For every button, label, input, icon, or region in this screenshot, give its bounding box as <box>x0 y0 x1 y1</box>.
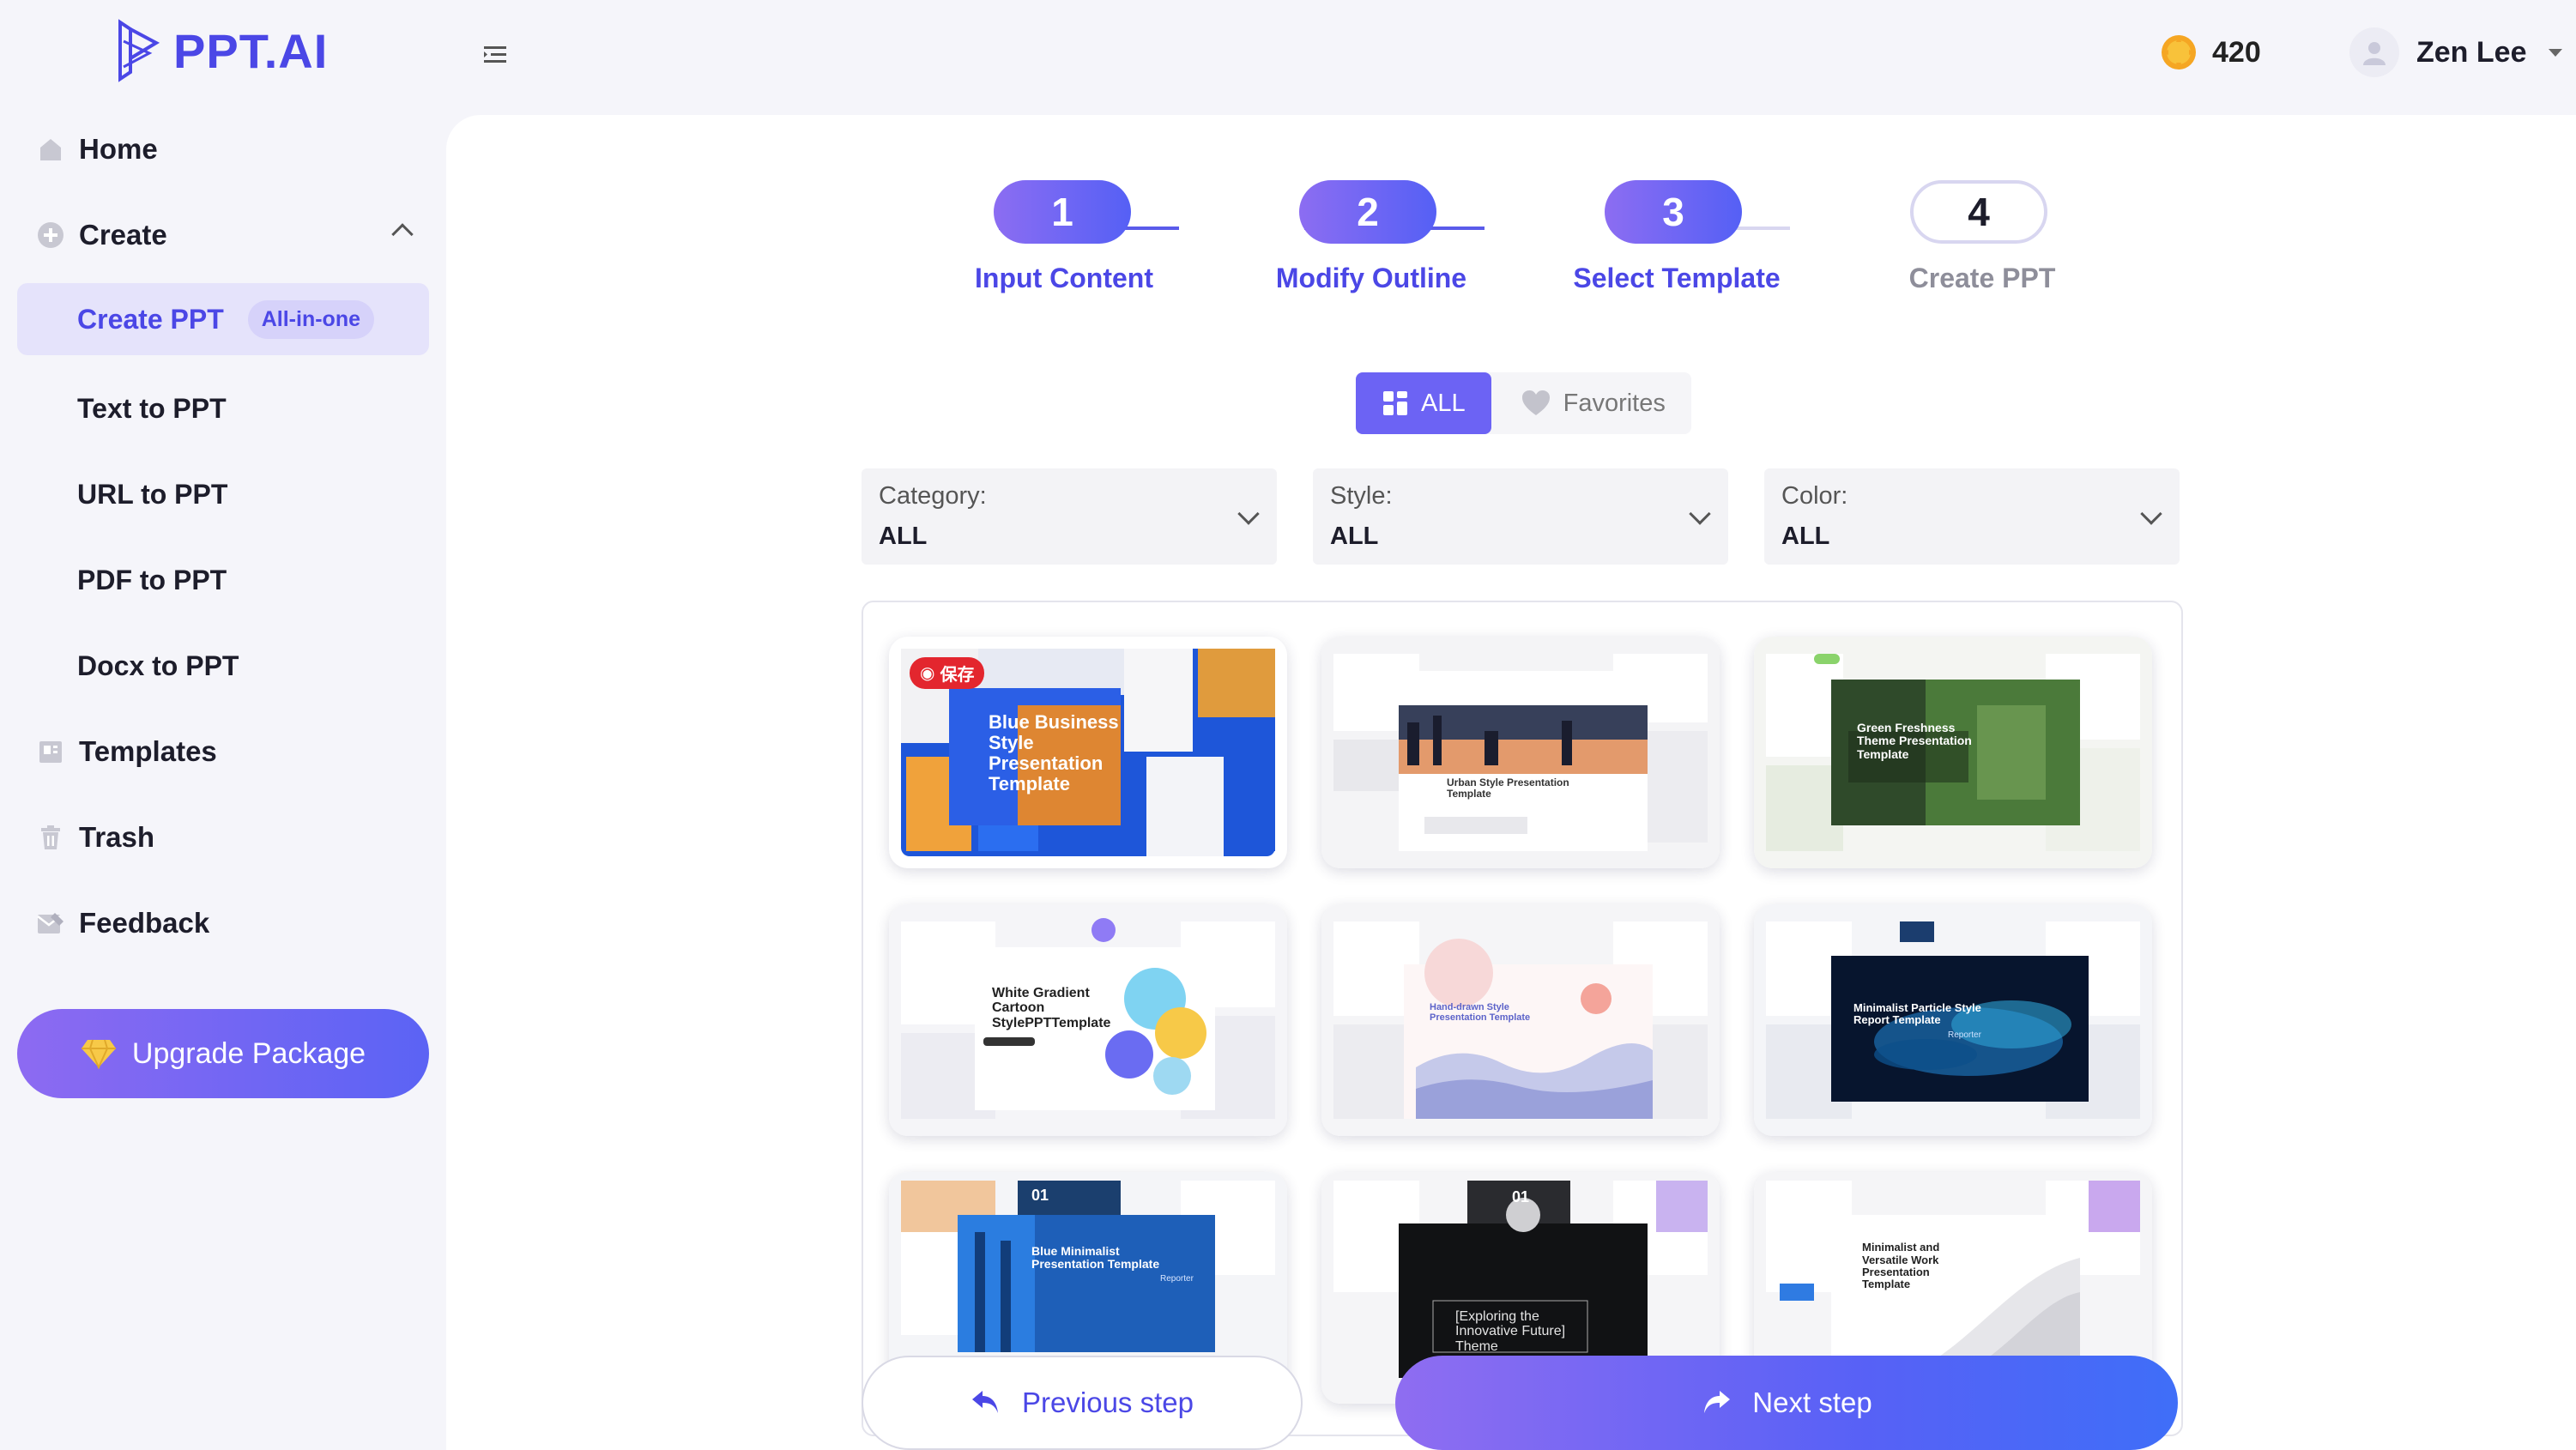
trash-icon <box>36 823 65 852</box>
sidebar-item-docx-to-ppt[interactable]: Docx to PPT <box>17 630 429 702</box>
tab-favorites-label: Favorites <box>1563 389 1666 417</box>
sidebar-item-label: Docx to PPT <box>77 649 239 681</box>
save-button[interactable]: ◉ 保存 <box>910 657 985 689</box>
logo-icon <box>118 19 160 82</box>
step-1-label: Input Content <box>975 263 1153 293</box>
sidebar-item-create-ppt[interactable]: Create PPT All-in-one <box>17 283 429 355</box>
chevron-down-icon <box>2549 48 2563 57</box>
templates-icon <box>36 737 65 766</box>
category-select-value: ALL <box>879 523 928 550</box>
progress-stepper: 1 2 3 4 Input Content Modify Outline Sel… <box>446 180 2576 309</box>
template-tabs: ALL Favorites <box>1356 372 1691 434</box>
sidebar-item-label: Text to PPT <box>77 392 227 424</box>
template-thumbnail <box>1321 637 1720 868</box>
template-title: Urban Style Presentation Template <box>1447 776 1569 800</box>
sidebar-item-label: Create PPT <box>77 303 224 335</box>
sidebar-toggle-button[interactable] <box>479 39 513 70</box>
coin-count: 420 <box>2212 35 2261 69</box>
sidebar-item-label: PDF to PPT <box>77 564 227 595</box>
sidebar-item-label: Templates <box>79 735 217 767</box>
style-select[interactable]: Style: ALL <box>1313 468 1728 565</box>
feedback-icon <box>36 909 65 938</box>
sidebar-item-home[interactable]: Home <box>17 113 429 185</box>
user-menu[interactable]: Zen Lee <box>2349 27 2563 77</box>
template-title: Blue Business Style Presentation Templat… <box>989 710 1119 795</box>
main-panel: 1 2 3 4 Input Content Modify Outline Sel… <box>446 115 2576 1450</box>
sidebar-item-pdf-to-ppt[interactable]: PDF to PPT <box>17 544 429 616</box>
sidebar-item-label: Home <box>79 133 158 165</box>
top-bar: PPT.AI 420 Zen Lee <box>0 0 2576 112</box>
tab-favorites[interactable]: Favorites <box>1495 372 1691 434</box>
template-subtitle: Reporter <box>1160 1273 1194 1284</box>
template-gallery[interactable]: ◉ 保存 Blue Business Style Presentation Te… <box>862 601 2183 1436</box>
filter-bar: Category: ALL Style: ALL Color: ALL <box>862 468 2180 565</box>
upgrade-label: Upgrade Package <box>131 1036 366 1070</box>
category-select-label: Category: <box>879 482 987 510</box>
step-4-label: Create PPT <box>1908 263 2056 293</box>
color-select[interactable]: Color: ALL <box>1764 468 2180 565</box>
template-card[interactable]: Green Freshness Theme Presentation Templ… <box>1754 637 2152 868</box>
diamond-icon <box>81 1039 116 1069</box>
template-card[interactable]: Hand-drawn Style Presentation Template <box>1321 904 1720 1136</box>
tab-all-label: ALL <box>1421 389 1466 417</box>
template-title: Minimalist and Versatile Work Presentati… <box>1862 1241 1940 1291</box>
next-step-label: Next step <box>1752 1387 1872 1418</box>
user-name: Zen Lee <box>2416 35 2527 69</box>
sidebar-item-text-to-ppt[interactable]: Text to PPT <box>17 372 429 444</box>
heart-icon <box>1521 390 1550 415</box>
collapse-menu-icon <box>484 46 506 63</box>
template-card[interactable]: Minimalist Particle Style Report Templat… <box>1754 904 2152 1136</box>
sidebar-item-create[interactable]: Create <box>17 199 429 271</box>
home-icon <box>36 135 65 164</box>
grid-icon <box>1383 391 1407 415</box>
color-select-label: Color: <box>1781 482 1848 510</box>
logo[interactable]: PPT.AI <box>115 19 328 82</box>
chevron-up-icon <box>391 223 414 245</box>
coin-icon <box>2162 35 2196 69</box>
color-select-value: ALL <box>1781 523 1830 550</box>
user-icon <box>2363 42 2386 65</box>
category-select[interactable]: Category: ALL <box>862 468 1277 565</box>
sidebar-item-label: Create <box>79 219 167 251</box>
template-title: Green Freshness Theme Presentation Templ… <box>1857 720 1972 761</box>
template-title: Hand-drawn Style Presentation Template <box>1430 1001 1531 1023</box>
previous-step-button[interactable]: Previous step <box>862 1356 1303 1450</box>
previous-step-label: Previous step <box>1022 1387 1194 1418</box>
template-title: White Gradient Cartoon StylePPTTemplate <box>992 985 1111 1030</box>
template-card[interactable]: Urban Style Presentation Template <box>1321 637 1720 868</box>
sidebar: Home Create Create PPT All-in-one Text t… <box>0 112 446 1450</box>
avatar <box>2349 27 2399 77</box>
step-2-indicator[interactable]: 2 <box>1299 180 1436 244</box>
undo-arrow-icon <box>972 1391 999 1413</box>
template-card[interactable]: ◉ 保存 Blue Business Style Presentation Te… <box>889 637 1287 868</box>
logo-text: PPT.AI <box>173 23 329 78</box>
template-card[interactable]: White Gradient Cartoon StylePPTTemplate <box>889 904 1287 1136</box>
sidebar-item-url-to-ppt[interactable]: URL to PPT <box>17 458 429 530</box>
step-4-indicator: 4 <box>1910 180 2047 244</box>
coin-balance[interactable]: 420 <box>2157 31 2261 74</box>
sidebar-item-label: Feedback <box>79 907 210 939</box>
sidebar-item-label: Trash <box>79 821 155 853</box>
share-arrow-icon <box>1704 1391 1731 1413</box>
step-3-label: Select Template <box>1573 263 1781 293</box>
style-select-label: Style: <box>1330 482 1393 510</box>
tab-all[interactable]: ALL <box>1356 372 1491 434</box>
save-label: 保存 <box>940 666 975 685</box>
template-subtitle: Reporter <box>1948 1030 1981 1040</box>
all-in-one-badge: All-in-one <box>247 299 374 339</box>
template-number: 01 <box>1031 1187 1049 1205</box>
template-number: 01 <box>1512 1188 1530 1206</box>
next-step-button[interactable]: Next step <box>1395 1356 2178 1450</box>
sidebar-item-templates[interactable]: Templates <box>17 716 429 788</box>
step-2-label: Modify Outline <box>1275 263 1467 293</box>
sidebar-item-feedback[interactable]: Feedback <box>17 887 429 959</box>
sidebar-item-label: URL to PPT <box>77 478 228 510</box>
pin-icon: ◉ <box>920 664 935 683</box>
step-3-indicator[interactable]: 3 <box>1605 180 1742 244</box>
upgrade-package-button[interactable]: Upgrade Package <box>17 1009 429 1098</box>
plus-circle-icon <box>36 221 65 250</box>
sidebar-item-trash[interactable]: Trash <box>17 801 429 873</box>
step-1-indicator[interactable]: 1 <box>994 180 1131 244</box>
style-select-value: ALL <box>1330 523 1379 550</box>
